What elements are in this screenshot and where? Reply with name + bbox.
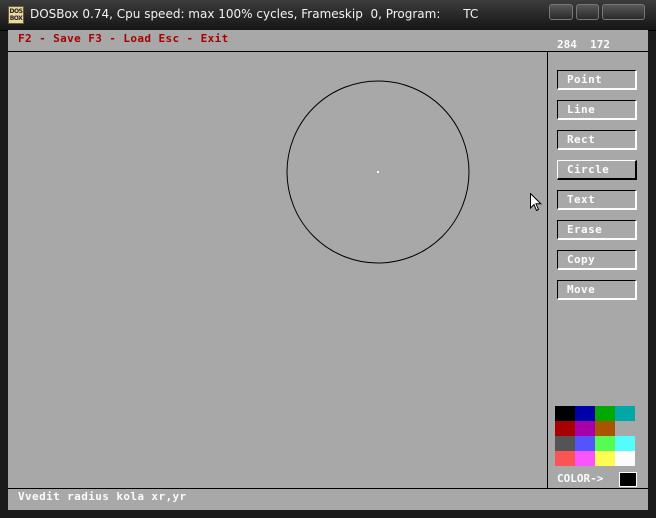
tool-copy-button[interactable]: Copy bbox=[557, 250, 637, 270]
color-swatch[interactable] bbox=[595, 421, 615, 436]
current-color-swatch bbox=[619, 472, 637, 487]
tool-rect-button[interactable]: Rect bbox=[557, 130, 637, 150]
status-prompt: Vvedit radius kola xr,yr bbox=[18, 490, 187, 503]
color-swatch[interactable] bbox=[615, 406, 635, 421]
tool-move-button[interactable]: Move bbox=[557, 280, 637, 300]
color-swatch[interactable] bbox=[595, 451, 615, 466]
minimize-button[interactable] bbox=[549, 4, 573, 20]
color-swatch[interactable] bbox=[615, 421, 635, 436]
dosbox-icon-line2: BOX bbox=[9, 15, 23, 22]
tool-point-button[interactable]: Point bbox=[557, 70, 637, 90]
color-swatch[interactable] bbox=[575, 406, 595, 421]
status-divider bbox=[8, 488, 648, 489]
color-swatch[interactable] bbox=[555, 451, 575, 466]
tool-line-button[interactable]: Line bbox=[557, 100, 637, 120]
tool-circle-button[interactable]: Circle bbox=[557, 160, 637, 180]
tool-erase-button[interactable]: Erase bbox=[557, 220, 637, 240]
color-swatch[interactable] bbox=[555, 406, 575, 421]
color-swatch[interactable] bbox=[575, 421, 595, 436]
window-titlebar[interactable]: DOS BOX DOSBox 0.74, Cpu speed: max 100%… bbox=[0, 0, 656, 31]
toolbar-divider bbox=[547, 51, 548, 488]
color-swatch[interactable] bbox=[615, 436, 635, 451]
color-swatch[interactable] bbox=[555, 436, 575, 451]
color-swatch[interactable] bbox=[595, 436, 615, 451]
color-label: COLOR-> bbox=[557, 472, 604, 485]
maximize-button[interactable] bbox=[576, 4, 599, 20]
color-palette bbox=[555, 406, 635, 466]
color-swatch[interactable] bbox=[575, 436, 595, 451]
color-swatch[interactable] bbox=[555, 421, 575, 436]
mouse-cursor-icon bbox=[530, 193, 542, 212]
window-title: DOSBox 0.74, Cpu speed: max 100% cycles,… bbox=[30, 7, 479, 21]
color-swatch[interactable] bbox=[615, 451, 635, 466]
tool-text-button[interactable]: Text bbox=[557, 190, 637, 210]
color-swatch[interactable] bbox=[595, 406, 615, 421]
close-button[interactable] bbox=[602, 4, 645, 20]
dosbox-icon-line1: DOS bbox=[9, 8, 23, 15]
circle-center-point bbox=[377, 171, 379, 173]
cursor-coordinates: 284 172 bbox=[557, 38, 610, 51]
dos-screen: F2 - Save F3 - Load Esc - Exit 284 172 P… bbox=[8, 30, 648, 510]
color-swatch[interactable] bbox=[575, 451, 595, 466]
dosbox-icon: DOS BOX bbox=[8, 6, 24, 24]
hotkeys-help: F2 - Save F3 - Load Esc - Exit bbox=[18, 32, 229, 45]
drawing-canvas[interactable] bbox=[8, 52, 547, 488]
